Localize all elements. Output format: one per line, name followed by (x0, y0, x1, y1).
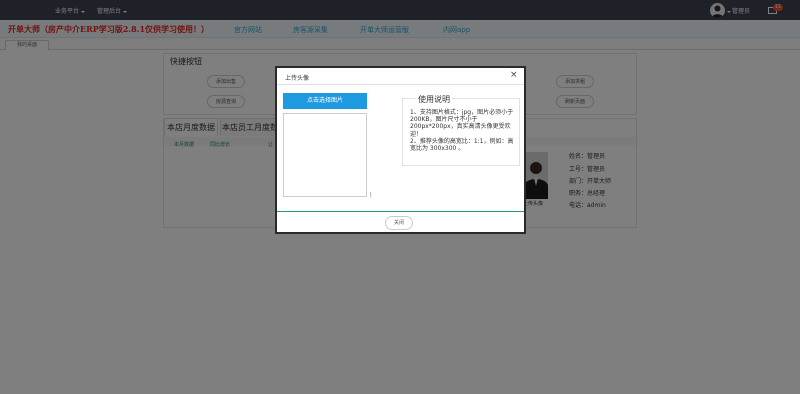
upload-avatar-dialog: 上传头像 × 点击选择图片 | 使用说明 1、支持图片格式：jpg，图片必须小于… (275, 66, 526, 234)
choose-image-button[interactable]: 点击选择图片 (283, 93, 367, 109)
instructions-line-2: 2、推荐头像的高宽比：1:1，例如：高宽比为 300x300 。 (410, 137, 514, 153)
dialog-title: 上传头像 (285, 75, 310, 82)
close-button[interactable]: 关闭 (385, 216, 413, 230)
close-icon[interactable]: × (510, 71, 518, 80)
instructions-text: 1、支持图片格式：jpg，图片必须小于200KB，图片尺寸不小于200px*20… (410, 109, 518, 152)
dialog-footer-divider (277, 211, 524, 212)
instructions-line-1: 1、支持图片格式：jpg，图片必须小于200KB，图片尺寸不小于200px*20… (410, 109, 514, 138)
image-preview-area (283, 113, 367, 197)
dialog-header: 上传头像 × (277, 68, 524, 85)
instructions-title: 使用说明 (416, 94, 452, 105)
preview-tick-mark: | (370, 192, 372, 198)
